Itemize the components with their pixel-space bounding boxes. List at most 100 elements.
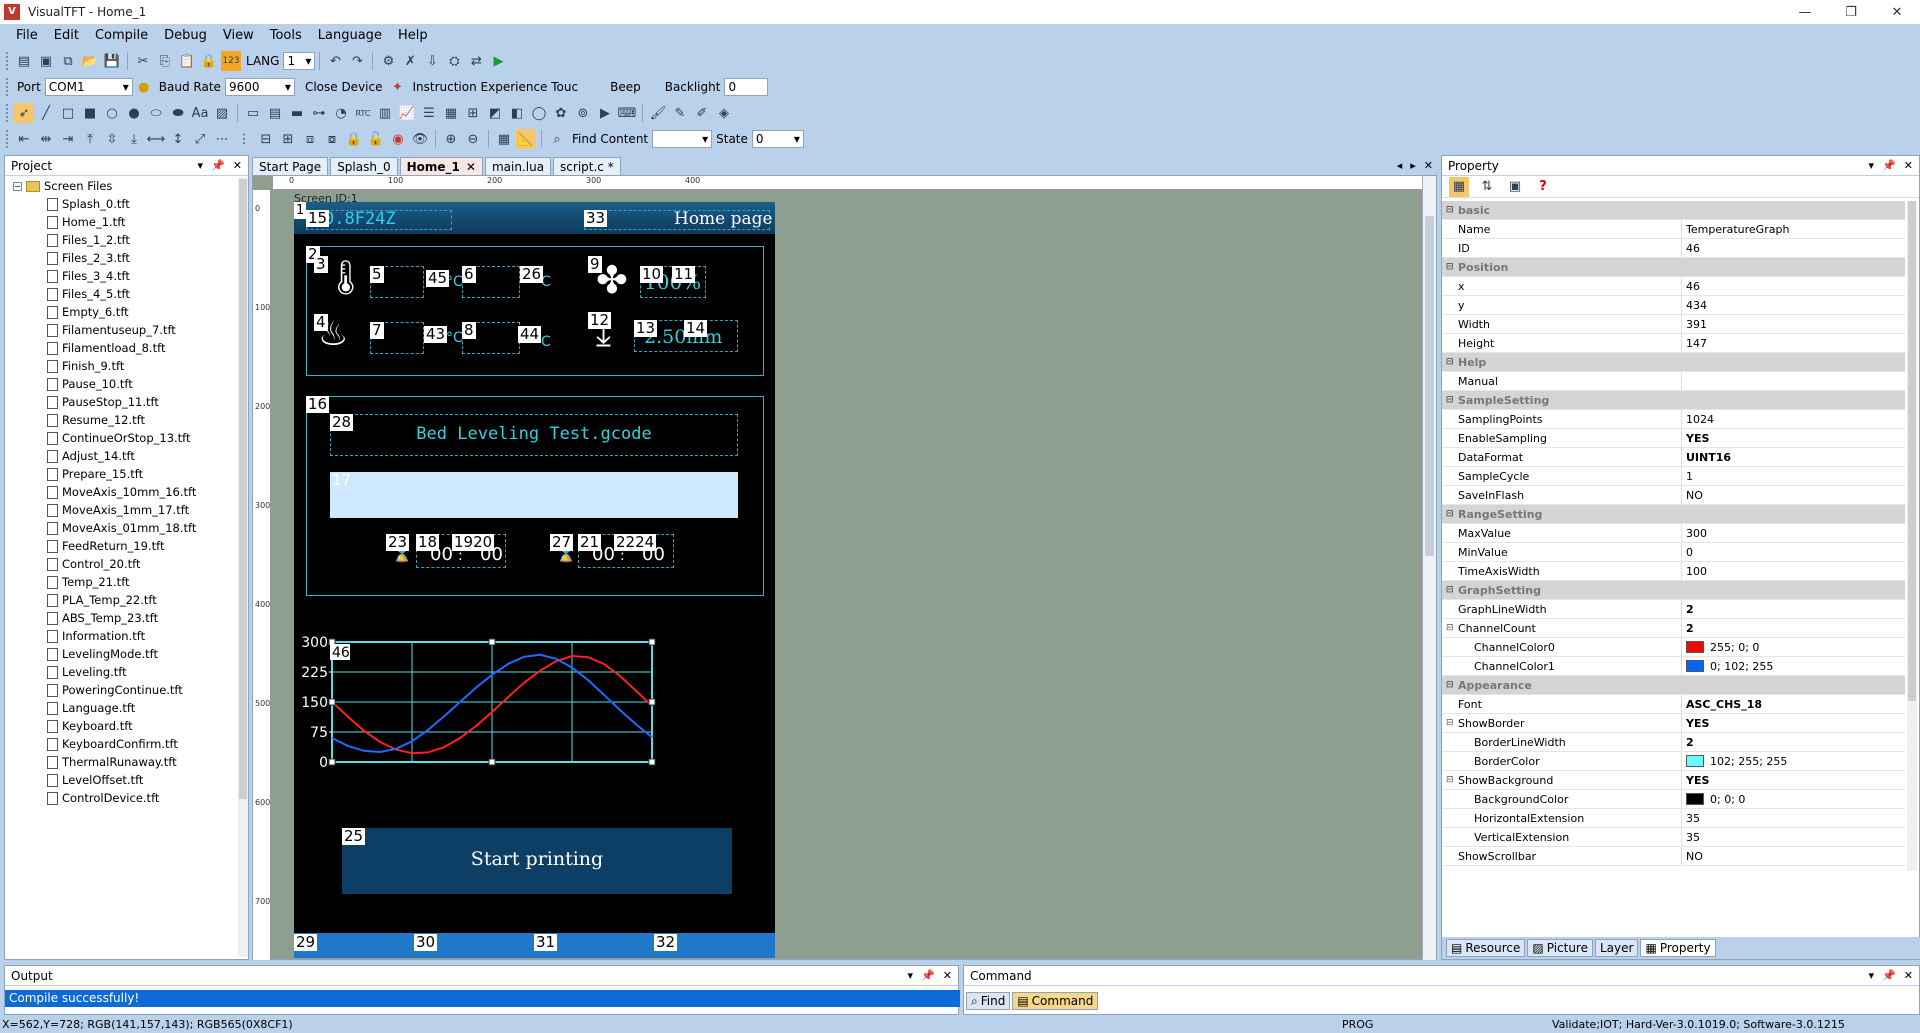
close-icon[interactable]: ✕ [943,969,952,982]
tree-file-item[interactable]: Adjust_14.tft [5,447,237,465]
color-swatch[interactable] [1686,793,1704,805]
number-icon[interactable]: 123 [221,51,241,71]
text-icon[interactable]: Aa [190,103,210,123]
tree-file-item[interactable]: Filamentload_8.tft [5,339,237,357]
dropdown-icon[interactable]: ▾ [908,969,914,982]
pointer-icon[interactable]: ➶ [14,103,34,123]
run-icon[interactable]: ▶ [488,51,508,71]
tree-file-item[interactable]: MoveAxis_10mm_16.tft [5,483,237,501]
filled-circle-icon[interactable]: ● [124,103,144,123]
property-row[interactable]: Width 391 [1442,315,1905,334]
menu-language[interactable]: Language [310,28,390,43]
tree-file-item[interactable]: Keyboard.tft [5,717,237,735]
tab-home[interactable]: Home_1 ✕ [399,157,483,175]
tab-next-icon[interactable]: ▸ [1410,159,1416,172]
pin-icon[interactable]: 📌 [1882,969,1896,982]
property-row[interactable]: GraphLineWidth 2 [1442,600,1905,619]
close-tab-icon[interactable]: ✕ [466,160,476,174]
tree-file-item[interactable]: ControlDevice.tft [5,789,237,807]
property-row[interactable]: BackgroundColor 0; 0; 0 [1442,790,1905,809]
collapse-icon[interactable]: ⊟ [1446,395,1454,405]
new-icon[interactable]: ▤ [14,51,34,71]
textbox-icon[interactable]: ▤ [265,103,285,123]
minimize-icon[interactable]: — [1782,5,1828,20]
menu-debug[interactable]: Debug [156,28,215,43]
tree-file-item[interactable]: MoveAxis_01mm_18.tft [5,519,237,537]
collapse-icon[interactable]: ⊟ [1446,357,1454,367]
tree-file-item[interactable]: Empty_6.tft [5,303,237,321]
property-row[interactable]: SaveInFlash NO [1442,486,1905,505]
v-space-icon[interactable]: ⋮ [234,129,254,149]
lock-icon[interactable]: 🔒 [344,129,364,149]
color-swatch[interactable] [1686,755,1704,767]
device-screen[interactable]: 1 15 0.8F24Z 33 Home page 2 3 🌡 5 45 °C … [294,202,775,958]
line-icon[interactable]: ╱ [36,103,56,123]
property-row[interactable]: ID 46 [1442,239,1905,258]
instruction-button[interactable]: Instruction Experience Touc [412,80,578,94]
close-icon[interactable]: ✕ [1874,5,1920,20]
property-row[interactable]: ChannelColor1 0; 102; 255 [1442,657,1905,676]
progress-icon[interactable]: ▬ [287,103,307,123]
tree-file-item[interactable]: MoveAxis_1mm_17.tft [5,501,237,519]
collapse-icon[interactable]: ⊟ [1446,509,1454,519]
nav-files-button[interactable]: 30 [414,934,438,951]
find-select[interactable]: ▾ [652,130,713,148]
build-icon[interactable]: ⛭ [444,51,464,71]
lang-select[interactable]: 1 ▾ [283,52,316,70]
property-row[interactable]: y 434 [1442,296,1905,315]
grid-icon[interactable]: ⊞ [463,103,483,123]
tree-file-item[interactable]: Pause_10.tft [5,375,237,393]
rtc-icon[interactable]: RTC [353,103,373,123]
order-icon[interactable]: ⧈ [300,129,320,149]
collapse-icon[interactable]: ⊟ [1446,205,1454,215]
property-row[interactable]: TimeAxisWidth 100 [1442,562,1905,581]
align-center-icon[interactable]: ⇹ [36,129,56,149]
property-row[interactable]: BorderLineWidth 2 [1442,733,1905,752]
collapse-icon[interactable]: ⊟ [1446,262,1454,272]
debug-icon[interactable]: ⇄ [466,51,486,71]
property-row[interactable]: VerticalExtension 35 [1442,828,1905,847]
start-printing-button[interactable]: Start printing [342,828,732,894]
tools-icon[interactable]: ✗ [400,51,420,71]
same-height-icon[interactable]: ↕ [168,129,188,149]
tree-file-item[interactable]: Files_1_2.tft [5,231,237,249]
collapse-icon[interactable]: − [13,181,22,191]
align-top-icon[interactable]: ⤒ [80,129,100,149]
property-row[interactable]: ⊟ ShowBackground YES [1442,771,1905,790]
tree-file-item[interactable]: LevelOffset.tft [5,771,237,789]
tree-file-item[interactable]: Files_4_5.tft [5,285,237,303]
tab-script-c[interactable]: script.c * [553,157,621,175]
project-scrollbar[interactable] [238,177,248,957]
same-width-icon[interactable]: ⟷ [146,129,166,149]
property-row[interactable]: ShowScrollbar NO [1442,847,1905,866]
tree-file-item[interactable]: ABS_Temp_23.tft [5,609,237,627]
tree-file-item[interactable]: Files_3_4.tft [5,267,237,285]
fill-icon[interactable]: ◈ [714,103,734,123]
tree-file-item[interactable]: Information.tft [5,627,237,645]
tree-file-item[interactable]: Finish_9.tft [5,357,237,375]
undo-icon[interactable]: ↶ [325,51,345,71]
zoom-out-icon[interactable]: ⊖ [463,129,483,149]
redo-icon[interactable]: ↷ [347,51,367,71]
menu-icon[interactable]: ☰ [419,103,439,123]
menu-tools[interactable]: Tools [262,28,310,43]
save-icon[interactable]: 💾 [102,51,122,71]
unlock-icon[interactable]: 🔓 [366,129,386,149]
selector-icon[interactable]: ⊚ [573,103,593,123]
tab-picture[interactable]: ▨ Picture [1527,939,1593,957]
temperature-graph[interactable]: 300 225 150 75 0 46 [294,622,775,812]
highlight-icon[interactable]: ✐ [692,103,712,123]
new-screen-icon[interactable]: ▣ [36,51,56,71]
tree-file-item[interactable]: Language.tft [5,699,237,717]
tab-main-lua[interactable]: main.lua [484,157,552,175]
keyboard-icon[interactable]: ⌨ [617,103,637,123]
tree-file-item[interactable]: KeyboardConfirm.tft [5,735,237,753]
nav-home-button[interactable]: 29 [294,934,318,951]
dropdown-icon[interactable]: ▾ [1869,159,1875,172]
collapse-icon[interactable]: ⊟ [1446,775,1454,785]
tree-file-item[interactable]: Files_2_3.tft [5,249,237,267]
property-scrollbar[interactable] [1907,201,1917,871]
close-icon[interactable]: ✕ [1904,969,1913,982]
nav-control-button[interactable]: 31 [534,934,558,951]
instruction-icon[interactable]: ✦ [387,77,407,97]
